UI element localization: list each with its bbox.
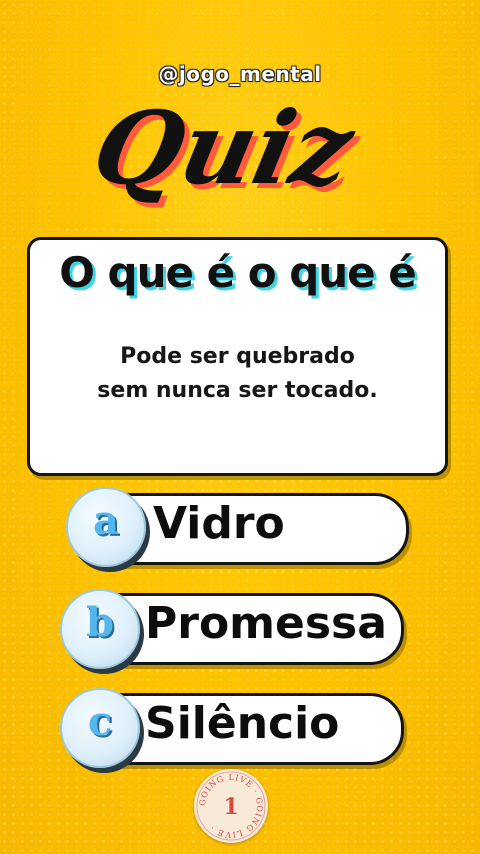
going-live-stamp: GOING LIVE · GOING LIVE · 1 bbox=[194, 769, 268, 843]
question-line-2: sem nunca ser tocado. bbox=[97, 378, 378, 403]
option-b-label: Promessa bbox=[145, 598, 387, 649]
option-b-badge[interactable]: b bbox=[60, 589, 140, 669]
svg-text:Quiz: Quiz bbox=[90, 89, 366, 207]
option-a-letter: a bbox=[93, 497, 119, 544]
option-c-label: Silêncio bbox=[145, 698, 340, 749]
account-handle: @jogo_mental bbox=[158, 62, 322, 86]
question-line-1: Pode ser quebrado bbox=[120, 344, 355, 369]
stamp-number: 1 bbox=[223, 794, 238, 820]
card-title: O que é o que é bbox=[59, 248, 417, 297]
question-card: O que é o que é Pode ser quebrado sem nu… bbox=[27, 237, 448, 476]
option-c-badge[interactable]: c bbox=[60, 688, 140, 768]
option-c-letter: c bbox=[87, 698, 113, 745]
question-text: Pode ser quebrado sem nunca ser tocado. bbox=[30, 340, 445, 408]
option-b-letter: b bbox=[86, 599, 114, 646]
option-a-label: Vidro bbox=[153, 498, 285, 549]
quiz-logo: Quiz Quiz bbox=[0, 88, 480, 218]
option-a-badge[interactable]: a bbox=[66, 487, 146, 567]
